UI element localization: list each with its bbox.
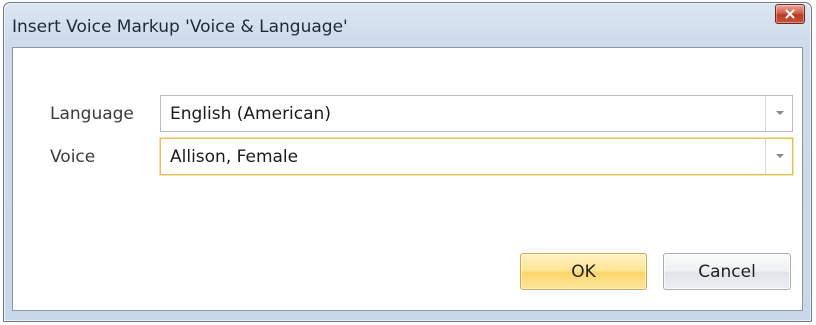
dialog-content: Language English (American) Voice Alliso…	[12, 47, 803, 311]
title-bar[interactable]: Insert Voice Markup 'Voice & Language'	[4, 3, 811, 47]
language-dropdown[interactable]: English (American)	[160, 95, 793, 132]
close-icon	[785, 9, 795, 19]
chevron-down-icon[interactable]	[776, 111, 784, 115]
chevron-down-icon[interactable]	[776, 154, 784, 158]
voice-dropdown[interactable]: Allison, Female	[160, 138, 793, 175]
voice-row: Voice Allison, Female	[13, 138, 802, 178]
voice-dropdown-separator	[765, 139, 766, 174]
window-title: Insert Voice Markup 'Voice & Language'	[12, 17, 348, 37]
close-button[interactable]	[775, 4, 805, 24]
voice-label: Voice	[50, 147, 96, 167]
dialog-window: Insert Voice Markup 'Voice & Language' L…	[3, 2, 812, 322]
language-label: Language	[50, 104, 134, 124]
cancel-button[interactable]: Cancel	[663, 253, 791, 290]
language-dropdown-separator	[765, 96, 766, 131]
voice-value: Allison, Female	[170, 147, 299, 167]
ok-button[interactable]: OK	[520, 253, 647, 290]
language-value: English (American)	[170, 104, 331, 124]
language-row: Language English (American)	[13, 95, 802, 135]
